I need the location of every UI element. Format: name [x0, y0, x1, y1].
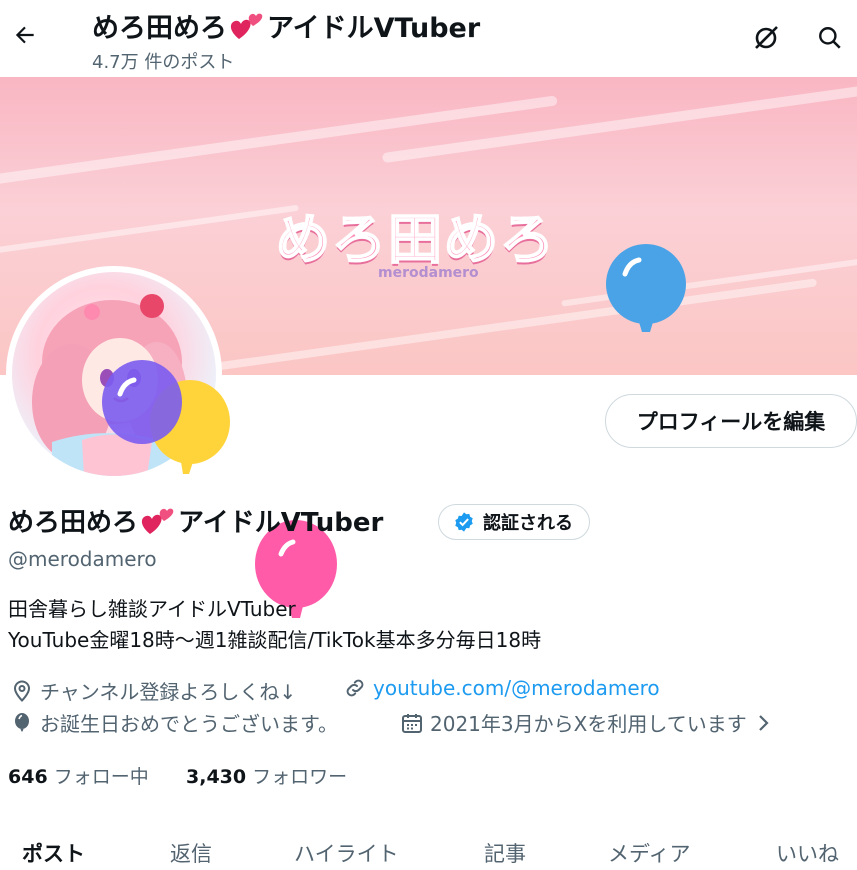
two-hearts-emoji	[141, 508, 174, 534]
grok-button[interactable]	[748, 20, 784, 56]
verified-label: 認証される	[483, 513, 573, 534]
location-pin-icon	[13, 679, 31, 702]
tab-likes[interactable]: いいね	[776, 838, 839, 868]
banner-logo-sub: merodamero	[378, 265, 479, 281]
following-label: フォロー中	[53, 766, 149, 788]
two-hearts-emoji	[230, 13, 263, 39]
header-title-suffix: アイドルVTuber	[267, 13, 481, 44]
tab-media[interactable]: メディア	[608, 838, 691, 868]
location: チャンネル登録よろしくね↓	[10, 676, 296, 705]
banner-logo: めろ田めろ merodamero	[262, 185, 592, 295]
tab-posts[interactable]: ポスト	[22, 838, 85, 868]
location-text: チャンネル登録よろしくね↓	[40, 680, 297, 704]
joined-date[interactable]: 2021年3月からXを利用しています	[400, 708, 779, 737]
tab-articles[interactable]: 記事	[484, 838, 526, 868]
edit-profile-button[interactable]: プロフィールを編集	[605, 394, 857, 448]
header-title: めろ田めろ アイドルVTuber	[92, 6, 480, 45]
birthday: お誕生日おめでとうございます。	[10, 708, 338, 737]
followers-link[interactable]: 3,430 フォロワー	[186, 762, 347, 789]
arrow-left-icon	[15, 26, 34, 44]
link-icon	[346, 679, 364, 697]
bio: 田舎暮らし雑談アイドルVTuber YouTube金曜18時〜週1雑談配信/Ti…	[8, 594, 541, 656]
balloon-purple	[102, 360, 182, 444]
display-name-suffix: アイドルVTuber	[178, 508, 384, 538]
header-title-name: めろ田めろ	[92, 13, 227, 44]
back-button[interactable]	[8, 18, 42, 52]
followers-label: フォロワー	[252, 766, 348, 788]
display-name: めろ田めろ アイドルVTuber	[8, 502, 383, 539]
handle: @merodamero	[8, 547, 157, 571]
verified-badge-icon	[455, 512, 473, 532]
balloon-icon	[15, 712, 29, 731]
bio-line-2: YouTube金曜18時〜週1雑談配信/TikTok基本多分毎日18時	[8, 628, 542, 652]
display-name-text: めろ田めろ	[8, 508, 139, 538]
profile-tabs: ポスト 返信 ハイライト 記事 メディア いいね	[0, 830, 857, 870]
post-count: 4.7万 件のポスト	[92, 52, 235, 73]
banner-logo-text: めろ田めろ	[275, 207, 556, 272]
following-count: 646	[8, 766, 48, 788]
search-button[interactable]	[812, 20, 848, 56]
followers-count: 3,430	[186, 766, 247, 788]
search-icon	[819, 27, 841, 49]
balloon-blue	[606, 244, 686, 332]
following-link[interactable]: 646 フォロー中	[8, 762, 149, 789]
verified-button[interactable]: 認証される	[438, 504, 590, 540]
joined-text: 2021年3月からXを利用しています	[430, 712, 747, 736]
website-link[interactable]: youtube.com/@merodamero	[373, 676, 660, 700]
grok-icon	[755, 26, 778, 49]
website: youtube.com/@merodamero	[343, 676, 660, 700]
chevron-right-icon	[758, 714, 769, 731]
bio-line-1: 田舎暮らし雑談アイドルVTuber	[8, 597, 296, 621]
birthday-text: お誕生日おめでとうございます。	[40, 712, 338, 736]
tab-highlights[interactable]: ハイライト	[294, 838, 399, 868]
calendar-icon	[402, 713, 422, 733]
tab-replies[interactable]: 返信	[170, 838, 212, 868]
